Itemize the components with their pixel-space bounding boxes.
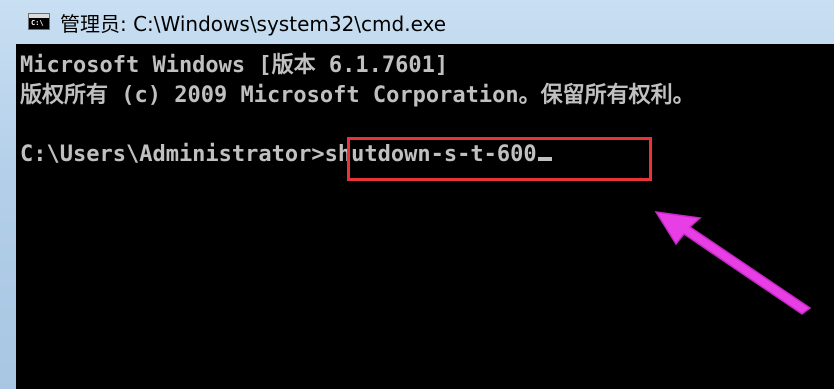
command-highlight-box: [347, 137, 652, 181]
cmd-icon-bar: [29, 14, 49, 18]
window-title: 管理员: C:\Windows\system32\cmd.exe: [60, 12, 447, 36]
version-line: Microsoft Windows [版本 6.1.7601]: [20, 53, 449, 78]
prompt-text: C:\Users\Administrator>: [20, 142, 325, 167]
copyright-line: 版权所有 (c) 2009 Microsoft Corporation。保留所有…: [20, 83, 695, 108]
cmd-icon[interactable]: C:\: [28, 13, 50, 30]
pointer-arrow-icon: [654, 211, 812, 315]
title-bar[interactable]: C:\ 管理员: C:\Windows\system32\cmd.exe: [0, 0, 834, 44]
cmd-icon-label: C:\: [31, 19, 44, 27]
cmd-window: C:\ 管理员: C:\Windows\system32\cmd.exe Mic…: [0, 0, 834, 389]
